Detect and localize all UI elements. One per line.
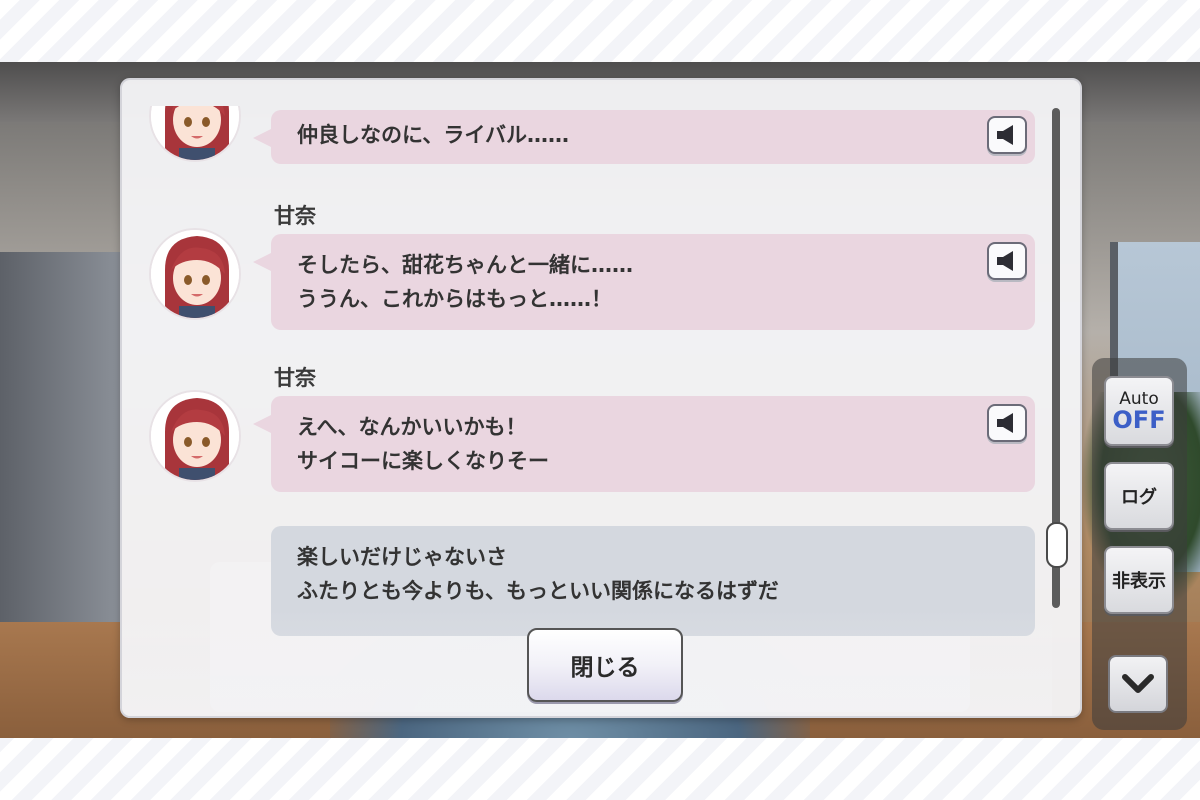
voice-replay-button[interactable] bbox=[987, 242, 1027, 280]
scrollbar-thumb[interactable] bbox=[1046, 522, 1068, 568]
chevron-down-icon bbox=[1122, 674, 1154, 693]
speaker-icon bbox=[997, 125, 1013, 145]
avatar bbox=[149, 106, 241, 162]
log-button[interactable]: ログ bbox=[1104, 462, 1174, 530]
speaker-icon bbox=[997, 251, 1013, 271]
auto-button[interactable]: Auto OFF bbox=[1104, 376, 1174, 446]
hide-label: 非表示 bbox=[1112, 571, 1166, 592]
dialogue-bubble: 仲良しなのに、ライバル…… bbox=[253, 110, 1035, 164]
dialogue-line: そしたら、甜花ちゃんと一緒に…… bbox=[297, 253, 633, 277]
window-left bbox=[0, 252, 120, 652]
player-dialogue-bubble: 楽しいだけじゃないさ ふたりとも今よりも、もっといい関係になるはずだ bbox=[271, 526, 1035, 636]
log-modal: 仲良しなのに、ライバル…… 甘奈 そしたら、甜花ちゃんと一緒に…… ううん、これ… bbox=[120, 78, 1082, 718]
log-entry: 仲良しなのに、ライバル…… bbox=[122, 106, 1052, 190]
log-label: ログ bbox=[1121, 487, 1157, 508]
dialogue-bubble: そしたら、甜花ちゃんと一緒に…… ううん、これからはもっと……！ bbox=[253, 234, 1035, 330]
amana-portrait-icon bbox=[151, 230, 239, 318]
speaker-icon bbox=[997, 413, 1013, 433]
voice-replay-button[interactable] bbox=[987, 116, 1027, 154]
speaker-name: 甘奈 bbox=[274, 204, 316, 228]
amana-portrait-icon bbox=[151, 392, 239, 480]
dialogue-line: ううん、これからはもっと……！ bbox=[297, 287, 612, 311]
speaker-name: 甘奈 bbox=[274, 366, 316, 390]
scroll-down-button[interactable] bbox=[1108, 655, 1168, 713]
auto-state: OFF bbox=[1112, 406, 1166, 434]
hide-button[interactable]: 非表示 bbox=[1104, 546, 1174, 614]
dialogue-line: 仲良しなのに、ライバル…… bbox=[297, 123, 569, 147]
amana-portrait-icon bbox=[151, 106, 239, 160]
dialogue-line: サイコーに楽しくなりそー bbox=[297, 449, 549, 473]
log-entry: 甘奈 えへ、なんかいいかも！ サイコーに楽しくなりそー bbox=[122, 362, 1052, 502]
dialogue-line: ふたりとも今よりも、もっといい関係になるはずだ bbox=[297, 579, 779, 603]
dialogue-line: えへ、なんかいいかも！ bbox=[297, 415, 527, 439]
close-button[interactable]: 閉じる bbox=[527, 628, 683, 702]
dialogue-line: 楽しいだけじゃないさ bbox=[297, 545, 507, 569]
log-entry: 甘奈 そしたら、甜花ちゃんと一緒に…… ううん、これからはもっと……！ bbox=[122, 200, 1052, 340]
dialogue-bubble: えへ、なんかいいかも！ サイコーに楽しくなりそー bbox=[253, 396, 1035, 492]
voice-replay-button[interactable] bbox=[987, 404, 1027, 442]
log-list[interactable]: 仲良しなのに、ライバル…… 甘奈 そしたら、甜花ちゃんと一緒に…… ううん、これ… bbox=[122, 106, 1052, 686]
close-label: 閉じる bbox=[570, 655, 640, 681]
avatar bbox=[149, 390, 241, 482]
avatar bbox=[149, 228, 241, 320]
